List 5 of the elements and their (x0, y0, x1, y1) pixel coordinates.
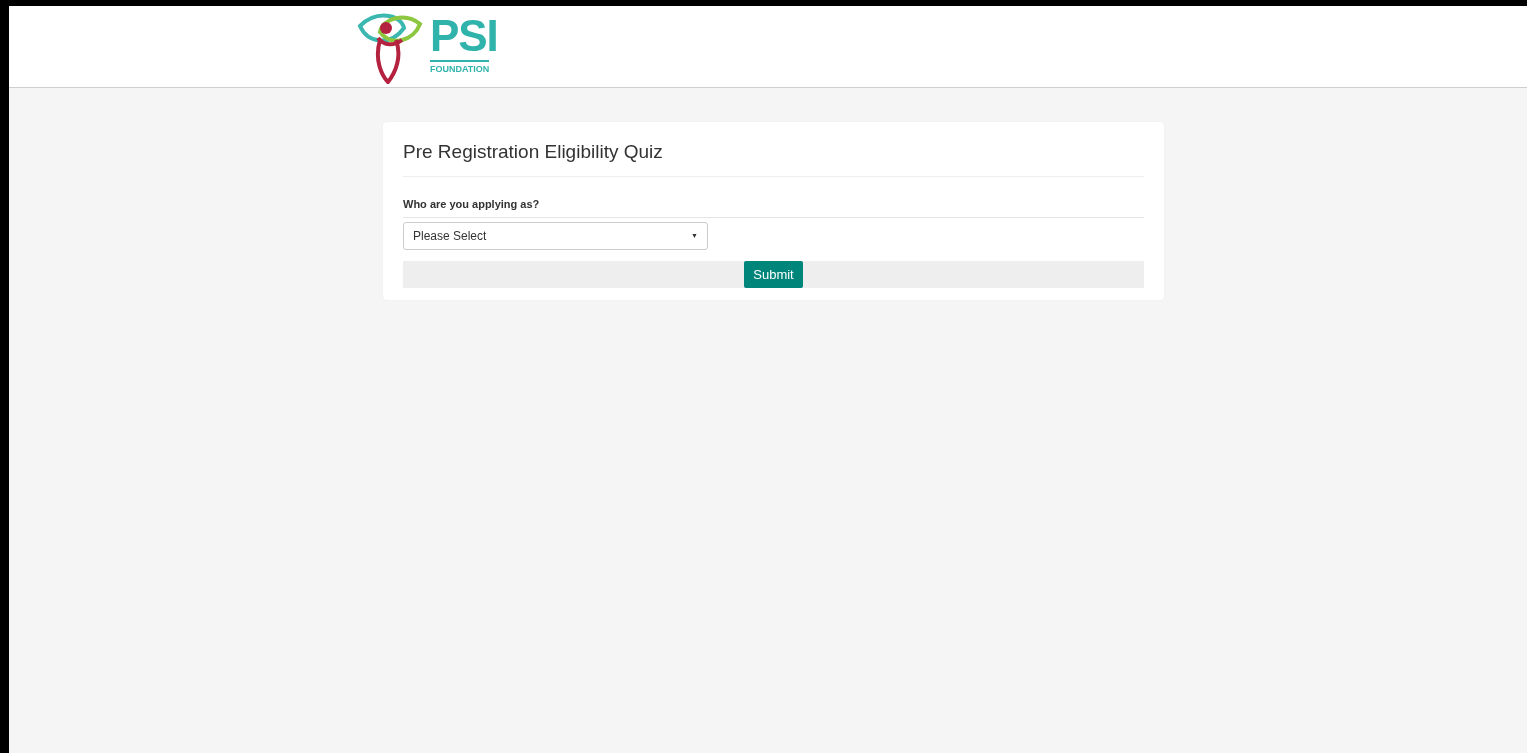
question-label: Who are you applying as? (403, 195, 1144, 218)
quiz-title: Pre Registration Eligibility Quiz (403, 138, 1144, 177)
submit-button[interactable]: Submit (744, 261, 803, 288)
logo-subtitle: FOUNDATION (430, 60, 490, 77)
logo-wordmark: PSI (430, 16, 498, 57)
